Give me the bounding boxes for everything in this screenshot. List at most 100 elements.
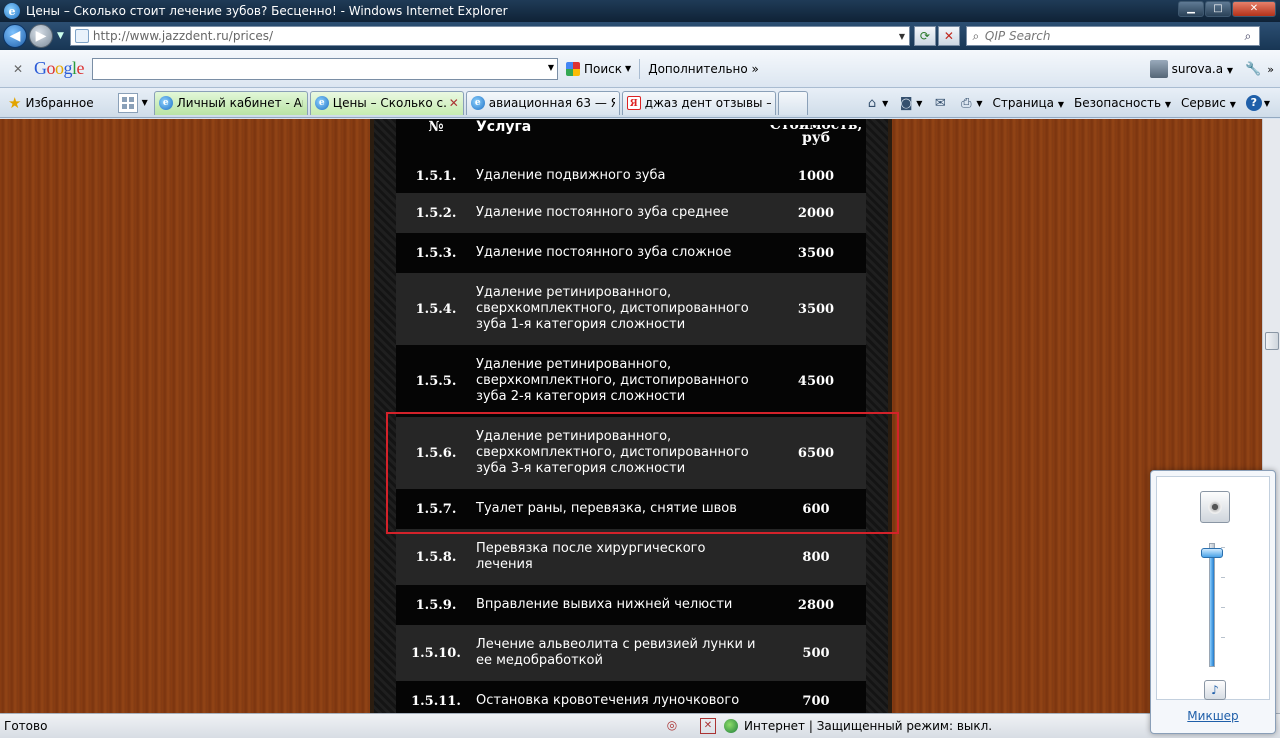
globe-icon (724, 719, 738, 733)
row-service: Удаление ретинированного, сверхкомплектн… (476, 273, 766, 345)
row-service: Удаление постоянного зуба среднее (476, 193, 766, 233)
url-text[interactable]: http://www.jazzdent.ru/prices/ (93, 29, 895, 43)
history-dropdown[interactable]: ▼ (57, 31, 64, 41)
page-menu[interactable]: Страница ▼ (993, 96, 1065, 110)
mixer-link[interactable]: Микшер (1151, 709, 1275, 723)
row-num: 1.5.9. (396, 585, 476, 625)
tab-label: Личный кабинет - Ак... (176, 96, 303, 110)
row-num: 1.5.3. (396, 233, 476, 273)
google-search-button[interactable]: Поиск ▼ (566, 61, 631, 76)
google-search-input[interactable]: ▼ (92, 57, 559, 80)
ie-page-icon: e (470, 96, 485, 110)
chevron-down-icon[interactable]: ▼ (882, 99, 888, 108)
security-zone[interactable]: Интернет | Защищенный режим: выкл. (744, 719, 992, 733)
tab-list-dropdown-icon[interactable]: ▼ (142, 98, 148, 107)
google-more-button[interactable]: Дополнительно » (648, 62, 759, 76)
popup-blocked-icon[interactable]: ✕ (700, 718, 716, 734)
speaker-icon[interactable] (1200, 491, 1230, 523)
back-arrow-icon: ◀ (9, 28, 21, 44)
row-service: Удаление подвижного зуба (476, 159, 766, 193)
row-service: Перевязка после хирургического лечения (476, 529, 766, 585)
stop-button[interactable]: ✕ (937, 26, 960, 46)
print-icon[interactable]: ⎙ (958, 96, 974, 111)
google-search-icon (566, 61, 581, 76)
table-row: 1.5.11. Остановка кровотечения луночково… (396, 681, 866, 713)
google-toolbar: ✕ Google ▼ Поиск ▼ Дополнительно » surov… (0, 50, 1280, 88)
chevron-down-icon: ▼ (1226, 66, 1234, 75)
row-price: 700 (766, 681, 866, 713)
row-num: 1.5.11. (396, 681, 476, 713)
new-tab-button[interactable] (777, 90, 808, 115)
chevron-right-icon[interactable]: » (1267, 63, 1274, 76)
tools-menu[interactable]: Сервис ▼ (1181, 96, 1236, 110)
row-service: Удаление ретинированного, сверхкомплектн… (476, 345, 766, 417)
mute-button[interactable]: ♪ (1204, 680, 1226, 700)
maximize-button[interactable]: □ (1205, 1, 1231, 17)
search-go-icon[interactable]: ⌕ (1237, 29, 1259, 44)
close-button[interactable]: ✕ (1232, 1, 1276, 17)
row-price: 2000 (766, 193, 866, 233)
tab-aviatsionnaya[interactable]: e авиационная 63 — Ян... (465, 90, 620, 115)
refresh-icon: ⟳ (919, 29, 930, 43)
chevron-down-icon[interactable]: ▼ (1264, 99, 1270, 108)
toolbar-close-icon[interactable]: ✕ (8, 62, 28, 76)
row-service: Удаление постоянного зуба сложное (476, 233, 766, 273)
volume-slider-track[interactable] (1209, 543, 1215, 667)
tab-label: авиационная 63 — Ян... (488, 96, 615, 110)
tab-jazz-dent-reviews[interactable]: Я джаз дент отзывы — ... (621, 90, 776, 115)
row-price: 3500 (766, 273, 866, 345)
scrollbar-thumb[interactable] (1265, 332, 1279, 350)
highlight-box (386, 412, 899, 534)
command-bar: ⌂ ▼ ◙ ▼ ✉ ⎙ ▼ Страница ▼ Безопасность ▼ Сер… (854, 88, 1270, 118)
rss-feed-icon[interactable]: ◙ (898, 96, 914, 111)
chevron-down-icon: ▼ (1229, 100, 1236, 109)
row-num: 1.5.5. (396, 345, 476, 417)
table-row: 1.5.4. Удаление ретинированного, сверхко… (396, 273, 866, 345)
security-menu[interactable]: Безопасность ▼ (1074, 96, 1171, 110)
ie-page-icon: e (158, 96, 173, 110)
table-row: 1.5.9. Вправление вывиха нижней челюсти … (396, 585, 866, 625)
wrench-icon[interactable]: 🔧 (1245, 62, 1261, 77)
address-bar: ◀ ▶ ▼ http://www.jazzdent.ru/prices/ ▼ ⟳… (0, 22, 1280, 50)
row-service: Вправление вывиха нижней челюсти (476, 585, 766, 625)
google-search-label: Поиск (584, 61, 623, 76)
home-icon[interactable]: ⌂ (864, 96, 880, 111)
minimize-button[interactable]: ▁ (1178, 1, 1204, 17)
tab-close-icon[interactable]: ✕ (449, 96, 459, 110)
avatar (1149, 60, 1168, 78)
google-search-dropdown-icon[interactable]: ▼ (548, 63, 554, 72)
volume-slider-fill (1210, 551, 1214, 666)
quick-tabs-button[interactable] (117, 92, 138, 113)
refresh-button[interactable]: ⟳ (913, 26, 936, 46)
row-num: 1.5.4. (396, 273, 476, 345)
forward-button[interactable]: ▶ (29, 24, 53, 48)
url-field[interactable]: http://www.jazzdent.ru/prices/ ▼ (69, 26, 910, 46)
help-icon[interactable]: ? (1245, 95, 1262, 111)
tab-label: джаз дент отзывы — ... (644, 96, 771, 110)
chevron-down-icon[interactable]: ▼ (976, 99, 982, 108)
forward-arrow-icon: ▶ (35, 28, 47, 44)
volume-ticks (1221, 547, 1225, 667)
search-placeholder[interactable]: QIP Search (985, 29, 1237, 43)
row-num: 1.5.8. (396, 529, 476, 585)
tab-prices[interactable]: e Цены – Сколько с... ✕ (309, 90, 464, 115)
col-header-price-line2: руб (801, 130, 831, 146)
volume-slider-knob[interactable] (1201, 547, 1223, 558)
chevron-down-icon: ▼ (1057, 100, 1065, 109)
chevron-down-icon[interactable]: ▼ (916, 99, 922, 108)
window-title: Цены – Сколько стоит лечение зубов? Бесц… (26, 4, 508, 18)
table-row: 1.5.5. Удаление ретинированного, сверхко… (396, 345, 866, 417)
url-dropdown-icon[interactable]: ▼ (895, 32, 909, 41)
tab-personal-cabinet[interactable]: e Личный кабинет - Ак... (153, 90, 308, 115)
chevron-down-icon: ▼ (1164, 100, 1171, 109)
mail-icon[interactable]: ✉ (932, 96, 948, 111)
title-bar: e Цены – Сколько стоит лечение зубов? Бе… (0, 0, 1280, 22)
volume-popup: ♪ Микшер (1150, 470, 1276, 734)
favorites-button[interactable]: ★ Избранное (8, 94, 94, 112)
row-price: 800 (766, 529, 866, 585)
user-name-button[interactable]: surova.a ▼ (1172, 62, 1233, 76)
privacy-icon[interactable]: ◎ (664, 718, 680, 734)
qip-search-box[interactable]: ⌕ QIP Search ⌕ (965, 26, 1260, 46)
back-button[interactable]: ◀ (3, 24, 27, 48)
row-num: 1.5.10. (396, 625, 476, 681)
